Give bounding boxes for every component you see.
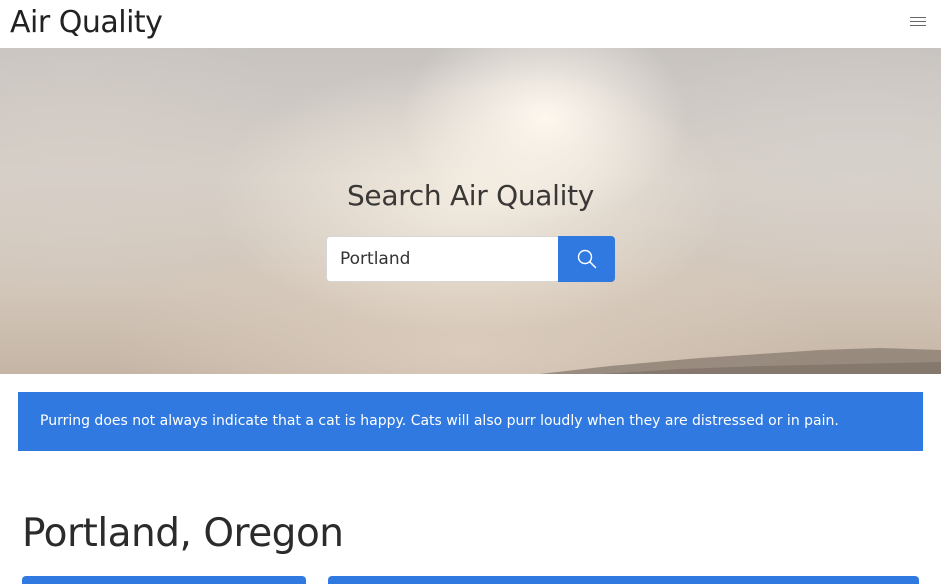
aqi-card <box>22 576 306 584</box>
city-title: Portland, Oregon <box>22 511 344 556</box>
search-icon <box>577 249 597 269</box>
hero-banner: Search Air Quality <box>0 48 941 374</box>
hero-title: Search Air Quality <box>346 179 595 212</box>
cat-fact-alert: Purring does not always indicate that a … <box>18 392 923 451</box>
search-form <box>326 236 615 282</box>
cat-fact-text: Purring does not always indicate that a … <box>40 413 839 429</box>
hamburger-menu-icon[interactable] <box>910 14 926 32</box>
search-input[interactable] <box>326 236 558 282</box>
mountain-ridge <box>0 348 941 374</box>
details-card <box>328 576 919 584</box>
navbar: Air Quality <box>0 0 952 48</box>
search-button[interactable] <box>558 236 615 282</box>
brand-title[interactable]: Air Quality <box>10 3 163 43</box>
